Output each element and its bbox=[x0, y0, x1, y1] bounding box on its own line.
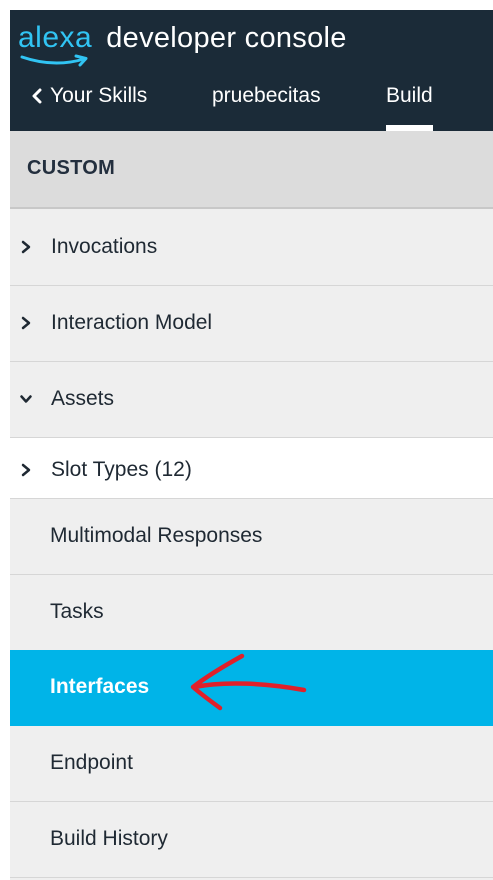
top-header: alexa developer console Your Skills prue… bbox=[10, 10, 493, 131]
sidebar-item-label: Invocations bbox=[51, 235, 158, 258]
sidebar-item-assets[interactable]: Assets bbox=[10, 362, 493, 438]
screenshot-frame: alexa developer console Your Skills prue… bbox=[0, 0, 493, 880]
sidebar: CUSTOM Invocations Interaction Model Ass… bbox=[10, 131, 493, 880]
smile-arrow-icon bbox=[20, 54, 88, 67]
sidebar-item-build-history[interactable]: Build History bbox=[10, 802, 493, 878]
chevron-right-icon bbox=[21, 463, 31, 477]
sidebar-item-multimodal-responses[interactable]: Multimodal Responses bbox=[10, 499, 493, 575]
sidebar-item-interaction-model[interactable]: Interaction Model bbox=[10, 286, 493, 362]
sidebar-item-label: Slot Types (12) bbox=[51, 458, 192, 481]
tab-build[interactable]: Build bbox=[386, 82, 433, 110]
tab-skill-name[interactable]: pruebecitas bbox=[212, 82, 321, 110]
sidebar-item-tasks[interactable]: Tasks bbox=[10, 575, 493, 651]
sidebar-item-label: Assets bbox=[51, 387, 115, 410]
sidebar-item-label: Endpoint bbox=[50, 751, 133, 774]
alexa-logo[interactable]: alexa bbox=[18, 20, 92, 67]
red-arrow-annotation-icon bbox=[190, 653, 307, 711]
sidebar-item-label: Interfaces bbox=[50, 675, 150, 698]
chevron-right-icon bbox=[21, 240, 31, 254]
back-link-label: Your Skills bbox=[50, 84, 148, 107]
chevron-right-icon bbox=[21, 316, 31, 330]
section-header: CUSTOM bbox=[10, 131, 493, 209]
chevron-left-icon bbox=[32, 88, 42, 104]
brand: alexa developer console bbox=[18, 20, 347, 68]
app-title: developer console bbox=[106, 22, 347, 54]
chevron-down-icon bbox=[20, 395, 32, 403]
sidebar-item-slot-types[interactable]: Slot Types (12) bbox=[10, 438, 493, 499]
sidebar-item-label: Tasks bbox=[50, 600, 104, 623]
sidebar-item-label: Multimodal Responses bbox=[50, 524, 263, 547]
sidebar-item-endpoint[interactable]: Endpoint bbox=[10, 726, 493, 802]
sidebar-item-label: Interaction Model bbox=[51, 311, 213, 334]
back-to-skills-link[interactable]: Your Skills bbox=[30, 82, 147, 110]
sidebar-item-label: Build History bbox=[50, 827, 168, 850]
sidebar-item-invocations[interactable]: Invocations bbox=[10, 210, 493, 286]
breadcrumb-nav: Your Skills pruebecitas Build bbox=[10, 80, 493, 131]
section-title: CUSTOM bbox=[27, 157, 116, 179]
